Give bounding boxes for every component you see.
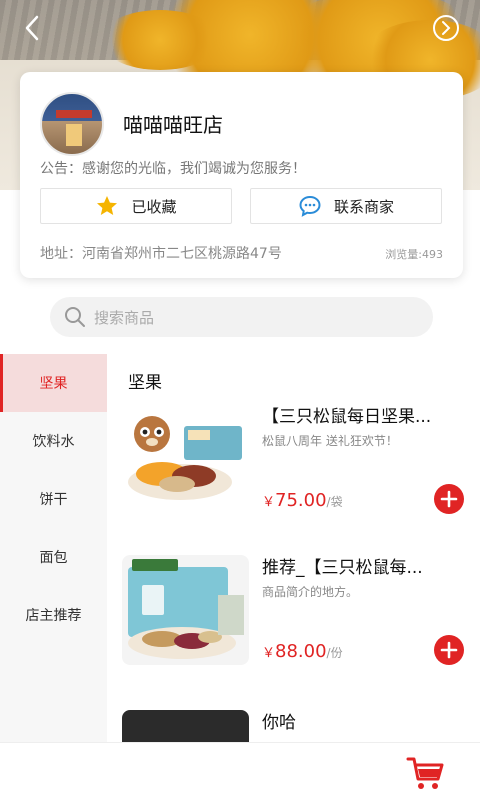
favorite-label: 已收藏	[131, 197, 177, 216]
shop-info-card: 喵喵喵旺店 公告：感谢您的光临，我们竭诚为您服务！ 已收藏 联系商家 地址：河南…	[20, 72, 463, 278]
chat-icon	[299, 195, 321, 217]
add-to-cart-button[interactable]	[434, 635, 464, 665]
category-label: 店主推荐	[25, 608, 82, 624]
search-bar[interactable]: 搜索商品	[50, 297, 433, 337]
category-label: 面包	[39, 550, 68, 566]
product-image	[122, 555, 249, 665]
category-item-biscuits[interactable]: 饼干	[0, 470, 107, 528]
category-item-bread[interactable]: 面包	[0, 528, 107, 586]
price-value: 88.00	[275, 641, 327, 662]
product-description: 松鼠八周年 送礼狂欢节！	[262, 434, 398, 448]
category-sidebar: 坚果 饮料水 饼干 面包 店主推荐	[0, 354, 107, 744]
shop-name: 喵喵喵旺店	[123, 113, 223, 137]
back-button[interactable]	[16, 12, 48, 44]
cart-button[interactable]	[406, 753, 446, 793]
avatar-sign	[56, 110, 92, 118]
category-item-nuts[interactable]: 坚果	[0, 354, 107, 412]
product-card[interactable]: 你哈	[122, 710, 464, 742]
category-item-drinks[interactable]: 饮料水	[0, 412, 107, 470]
chevron-left-icon	[25, 15, 39, 41]
plus-icon	[440, 641, 458, 659]
bottom-bar	[0, 742, 480, 800]
add-to-cart-button[interactable]	[434, 484, 464, 514]
plus-icon	[440, 490, 458, 508]
product-description: 商品简介的地方。	[262, 585, 359, 599]
price-currency: ￥	[262, 646, 276, 661]
section-title: 坚果	[128, 373, 162, 393]
shop-notice: 公告：感谢您的光临，我们竭诚为您服务！	[40, 161, 306, 177]
product-image	[122, 404, 249, 514]
category-item-owner-picks[interactable]: 店主推荐	[0, 586, 107, 644]
banner-blossom	[100, 10, 220, 70]
product-name: 【三只松鼠每日坚果...	[262, 407, 432, 427]
price-value: 75.00	[275, 490, 327, 511]
price-unit: /袋	[326, 495, 343, 509]
circle-arrow-icon	[433, 15, 459, 41]
product-image	[122, 710, 249, 742]
price-unit: /份	[326, 646, 343, 660]
category-label: 饮料水	[32, 434, 75, 450]
contact-seller-button[interactable]: 联系商家	[250, 188, 442, 224]
view-count: 浏览量:493	[385, 248, 443, 261]
contact-label: 联系商家	[333, 197, 394, 216]
shop-address: 地址：河南省郑州市二七区桃源路47号	[40, 246, 282, 262]
search-placeholder: 搜索商品	[94, 308, 155, 327]
shopping-cart-icon	[406, 757, 444, 789]
avatar-door	[66, 124, 82, 146]
product-name: 推荐_【三只松鼠每...	[262, 558, 423, 578]
shop-avatar	[40, 92, 104, 156]
search-icon	[65, 307, 85, 327]
product-card[interactable]: 推荐_【三只松鼠每... 商品简介的地方。 ￥88.00/份	[122, 555, 464, 695]
share-button[interactable]	[430, 12, 462, 44]
price-currency: ￥	[262, 495, 276, 510]
category-label: 饼干	[39, 492, 68, 508]
product-price: ￥88.00/份	[262, 641, 343, 662]
star-icon	[97, 196, 118, 215]
product-card[interactable]: 【三只松鼠每日坚果... 松鼠八周年 送礼狂欢节！ ￥75.00/袋	[122, 404, 464, 544]
favorite-button[interactable]: 已收藏	[40, 188, 232, 224]
product-price: ￥75.00/袋	[262, 490, 343, 511]
category-label: 坚果	[39, 376, 68, 392]
product-name: 你哈	[262, 713, 296, 733]
